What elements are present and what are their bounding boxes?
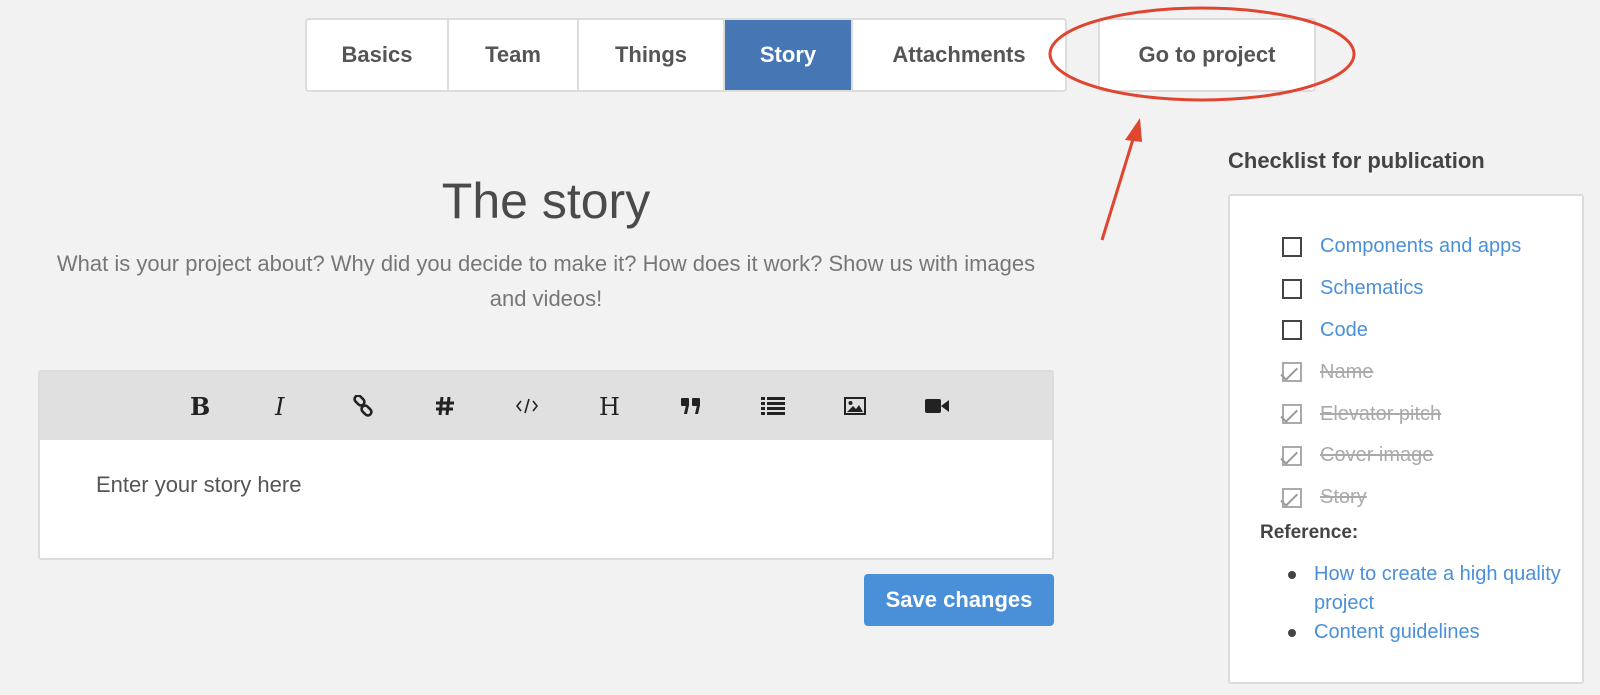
heading-icon[interactable]: H <box>568 386 650 426</box>
reference-list: How to create a high quality project Con… <box>1282 560 1562 647</box>
checklist-link[interactable]: Name <box>1320 361 1373 384</box>
quote-icon[interactable] <box>650 386 732 426</box>
checklist-panel: Components and apps Schematics Code Name… <box>1228 194 1584 684</box>
list-icon[interactable] <box>732 386 814 426</box>
code-icon[interactable] <box>486 386 568 426</box>
page-description: What is your project about? Why did you … <box>56 251 1036 311</box>
checklist-item-cover-image: Cover image <box>1282 435 1521 477</box>
reference-title: Reference: <box>1260 522 1359 543</box>
italic-icon[interactable]: I <box>240 386 322 426</box>
link-icon[interactable] <box>322 386 404 426</box>
checklist-item-schematics: Schematics <box>1282 268 1521 310</box>
image-icon[interactable] <box>814 386 896 426</box>
checklist-item-code: Code <box>1282 310 1521 352</box>
checklist-link[interactable]: Cover image <box>1320 444 1433 467</box>
checklist-title: Checklist for publication <box>1228 148 1485 173</box>
reference-link-quality-project[interactable]: How to create a high quality project <box>1314 563 1561 614</box>
checklist-link[interactable]: Components and apps <box>1320 235 1521 258</box>
checkbox[interactable] <box>1282 236 1302 257</box>
checkbox-checked[interactable] <box>1282 362 1302 383</box>
checklist-link[interactable]: Schematics <box>1320 277 1423 300</box>
video-icon[interactable] <box>896 386 978 426</box>
svg-text:H: H <box>599 394 620 418</box>
tab-basics[interactable]: Basics <box>307 20 449 90</box>
checkbox[interactable] <box>1282 320 1302 341</box>
checklist-link[interactable]: Elevator pitch <box>1320 403 1441 426</box>
story-input[interactable]: Enter your story here <box>40 440 1052 530</box>
tab-group: Basics Team Things Story Attachments <box>305 18 1067 92</box>
svg-text:B: B <box>190 394 210 418</box>
reference-link-content-guidelines[interactable]: Content guidelines <box>1314 621 1480 643</box>
go-to-project-button[interactable]: Go to project <box>1098 18 1316 92</box>
checklist-item-name: Name <box>1282 351 1521 393</box>
editor-toolbar: B I H <box>40 372 1052 440</box>
checkbox[interactable] <box>1282 278 1302 299</box>
tab-attachments[interactable]: Attachments <box>853 20 1065 90</box>
tab-story[interactable]: Story <box>725 20 853 90</box>
tab-things[interactable]: Things <box>579 20 725 90</box>
checkbox-checked[interactable] <box>1282 445 1302 466</box>
page-title: The story <box>441 173 651 229</box>
checklist-item-elevator-pitch: Elevator pitch <box>1282 393 1521 435</box>
checklist: Components and apps Schematics Code Name… <box>1282 226 1521 519</box>
annotation-arrow-head <box>1125 118 1142 142</box>
bold-icon[interactable]: B <box>158 386 240 426</box>
checklist-item-story: Story <box>1282 477 1521 519</box>
story-editor: B I H Enter your story here <box>38 370 1054 560</box>
reference-item: How to create a high quality project <box>1282 560 1562 618</box>
checklist-link[interactable]: Code <box>1320 319 1368 342</box>
checklist-link[interactable]: Story <box>1320 486 1367 509</box>
reference-item: Content guidelines <box>1282 618 1562 647</box>
checkbox-checked[interactable] <box>1282 404 1302 425</box>
hashtag-icon[interactable] <box>404 386 486 426</box>
svg-text:I: I <box>274 394 285 418</box>
annotation-arrow-line <box>1100 135 1136 241</box>
tab-bar: Basics Team Things Story Attachments <box>305 18 1067 92</box>
checklist-item-components: Components and apps <box>1282 226 1521 268</box>
save-button[interactable]: Save changes <box>864 574 1054 626</box>
checkbox-checked[interactable] <box>1282 487 1302 508</box>
tab-team[interactable]: Team <box>449 20 579 90</box>
